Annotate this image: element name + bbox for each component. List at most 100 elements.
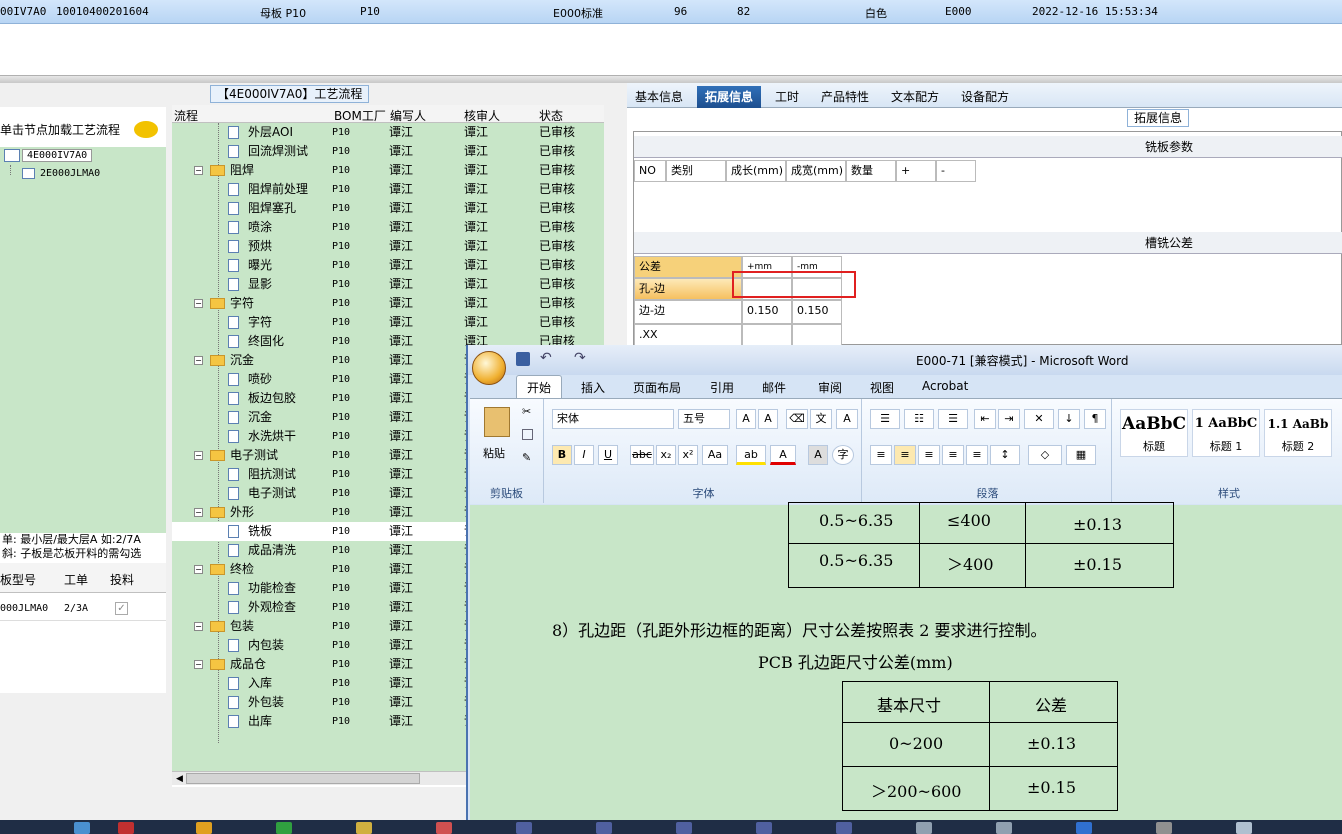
app-icon[interactable] xyxy=(1156,822,1172,834)
tab-basic-info[interactable]: 基本信息 xyxy=(627,86,691,108)
app-icon[interactable] xyxy=(516,822,532,834)
increase-indent-icon[interactable]: ⇥ xyxy=(998,409,1020,429)
align-center-icon[interactable]: ≡ xyxy=(894,445,916,465)
process-step-row[interactable]: −成品仓P10谭江谭江 xyxy=(172,655,488,674)
scroll-thumb[interactable] xyxy=(186,773,420,784)
document-page[interactable]: 0.5~6.35 ≤400 ±0.13 0.5~6.35 ＞400 ±0.15 … xyxy=(470,502,1342,834)
process-step-row[interactable]: 阻焊塞孔 P10 谭江 谭江 已审核 xyxy=(172,199,575,218)
process-step-row[interactable]: 入库P10谭江谭江 xyxy=(172,674,488,693)
align-left-icon[interactable]: ≡ xyxy=(870,445,892,465)
superscript-button[interactable]: x² xyxy=(678,445,698,465)
process-step-row[interactable]: 终固化 P10 谭江 谭江 已审核 xyxy=(172,332,575,351)
process-step-row[interactable]: 外包装P10谭江谭江 xyxy=(172,693,488,712)
process-step-row[interactable]: 成品清洗P10谭江谭江 xyxy=(172,541,488,560)
tree-node-root[interactable]: 4E000IV7A0 xyxy=(22,149,93,162)
col-bom[interactable]: BOM工厂 xyxy=(334,107,386,124)
tree-node-child[interactable]: 2E000JLMA0 xyxy=(40,168,100,179)
decrease-indent-icon[interactable]: ⇤ xyxy=(974,409,996,429)
undo-icon[interactable]: ↶ xyxy=(540,350,552,366)
process-step-row[interactable]: 字符 P10 谭江 谭江 已审核 xyxy=(172,313,575,332)
collapse-toggle-icon[interactable]: − xyxy=(194,660,203,669)
app-icon[interactable] xyxy=(1076,822,1092,834)
process-step-row[interactable]: 外观检查P10谭江谭江 xyxy=(172,598,488,617)
style-title[interactable]: AaBbC 标题 xyxy=(1120,409,1188,457)
grow-font-icon[interactable]: A xyxy=(736,409,756,429)
clear-format-icon[interactable]: ⌫ xyxy=(786,409,808,429)
process-step-row[interactable]: 阻抗测试P10谭江谭江 xyxy=(172,465,488,484)
process-step-row[interactable]: 内包装P10谭江谭江 xyxy=(172,636,488,655)
process-step-row[interactable]: 阻焊前处理 P10 谭江 谭江 已审核 xyxy=(172,180,575,199)
highlight-icon[interactable]: ab xyxy=(736,445,766,465)
font-color-icon[interactable]: A xyxy=(770,445,796,465)
xx-plus[interactable] xyxy=(742,324,792,346)
app-icon[interactable] xyxy=(836,822,852,834)
multilevel-list-icon[interactable]: ☰ xyxy=(938,409,968,429)
remove-row-button[interactable]: - xyxy=(936,160,976,182)
process-step-row[interactable]: −外形P10谭江谭江 xyxy=(172,503,488,522)
shading-icon[interactable]: ◇ xyxy=(1028,445,1062,465)
app-icon[interactable] xyxy=(596,822,612,834)
app-icon[interactable] xyxy=(276,822,292,834)
font-size-select[interactable]: 五号 xyxy=(678,409,730,429)
tab-insert[interactable]: 插入 xyxy=(581,379,605,396)
app-icon[interactable] xyxy=(756,822,772,834)
chat-bubble-icon[interactable] xyxy=(134,121,158,138)
collapse-toggle-icon[interactable]: − xyxy=(194,622,203,631)
distribute-icon[interactable]: ≡ xyxy=(966,445,988,465)
shrink-font-icon[interactable]: A xyxy=(758,409,778,429)
process-step-row[interactable]: 喷砂P10谭江谭江 xyxy=(172,370,488,389)
edge-edge-minus[interactable]: 0.150 xyxy=(792,300,842,324)
line-spacing-icon[interactable]: ↕ xyxy=(990,445,1020,465)
app-icon[interactable] xyxy=(436,822,452,834)
app-icon[interactable] xyxy=(916,822,932,834)
numbering-icon[interactable]: ☷ xyxy=(904,409,934,429)
app-icon[interactable] xyxy=(1236,822,1252,834)
paste-label[interactable]: 粘贴 xyxy=(483,445,505,461)
edge-edge-plus[interactable]: 0.150 xyxy=(742,300,792,324)
process-step-row[interactable]: −包装P10谭江谭江 xyxy=(172,617,488,636)
col-status[interactable]: 状态 xyxy=(539,107,563,124)
cut-icon[interactable]: ✂ xyxy=(522,405,531,418)
tab-home[interactable]: 开始 xyxy=(516,375,563,399)
collapse-toggle-icon[interactable]: − xyxy=(194,166,203,175)
bold-button[interactable]: B xyxy=(552,445,572,465)
tab-page-layout[interactable]: 页面布局 xyxy=(633,379,681,396)
process-step-row[interactable]: 显影 P10 谭江 谭江 已审核 xyxy=(172,275,575,294)
process-step-row[interactable]: 沉金P10谭江谭江 xyxy=(172,408,488,427)
collapse-toggle-icon[interactable]: − xyxy=(194,565,203,574)
process-step-row[interactable]: 外层AOI P10 谭江 谭江 已审核 xyxy=(172,123,575,142)
tab-mailings[interactable]: 邮件 xyxy=(762,379,786,396)
tab-product-features[interactable]: 产品特性 xyxy=(813,86,877,108)
process-step-row[interactable]: − 阻焊 P10 谭江 谭江 已审核 xyxy=(172,161,575,180)
app-icon[interactable] xyxy=(74,822,90,834)
tab-review[interactable]: 审阅 xyxy=(818,379,842,396)
subscript-button[interactable]: x₂ xyxy=(656,445,676,465)
char-border-icon[interactable]: A xyxy=(836,409,858,429)
font-name-select[interactable]: 宋体 xyxy=(552,409,674,429)
borders-icon[interactable]: ▦ xyxy=(1066,445,1096,465)
process-step-row[interactable]: 预烘 P10 谭江 谭江 已审核 xyxy=(172,237,575,256)
align-right-icon[interactable]: ≡ xyxy=(918,445,940,465)
process-step-row[interactable]: 回流焊测试 P10 谭江 谭江 已审核 xyxy=(172,142,575,161)
justify-icon[interactable]: ≡ xyxy=(942,445,964,465)
strikethrough-button[interactable]: abc xyxy=(630,445,654,465)
add-row-button[interactable]: + xyxy=(896,160,936,182)
splitter-bar[interactable] xyxy=(0,76,1342,83)
tab-work-hours[interactable]: 工时 xyxy=(767,86,807,108)
app-icon[interactable] xyxy=(118,822,134,834)
char-shading-icon[interactable]: A xyxy=(808,445,828,465)
format-painter-icon[interactable]: ✎ xyxy=(522,451,531,464)
col-editor[interactable]: 编写人 xyxy=(390,107,426,124)
show-marks-icon[interactable]: ¶ xyxy=(1084,409,1106,429)
change-case-button[interactable]: Aa xyxy=(702,445,728,465)
save-icon[interactable] xyxy=(516,352,530,366)
process-step-row[interactable]: 喷涂 P10 谭江 谭江 已审核 xyxy=(172,218,575,237)
collapse-toggle-icon[interactable]: − xyxy=(194,299,203,308)
app-icon[interactable] xyxy=(196,822,212,834)
order-summary-row[interactable]: 00IV7A0 10010400201604 母板 P10 P10 E000标准… xyxy=(0,0,1342,24)
paste-icon[interactable] xyxy=(484,407,510,437)
collapse-toggle-icon[interactable]: − xyxy=(194,356,203,365)
tab-equipment-recipe[interactable]: 设备配方 xyxy=(953,86,1017,108)
chinese-layout-icon[interactable]: ✕ xyxy=(1024,409,1054,429)
table-row[interactable]: 000JLMA0 2/3A ✓ xyxy=(0,599,166,621)
